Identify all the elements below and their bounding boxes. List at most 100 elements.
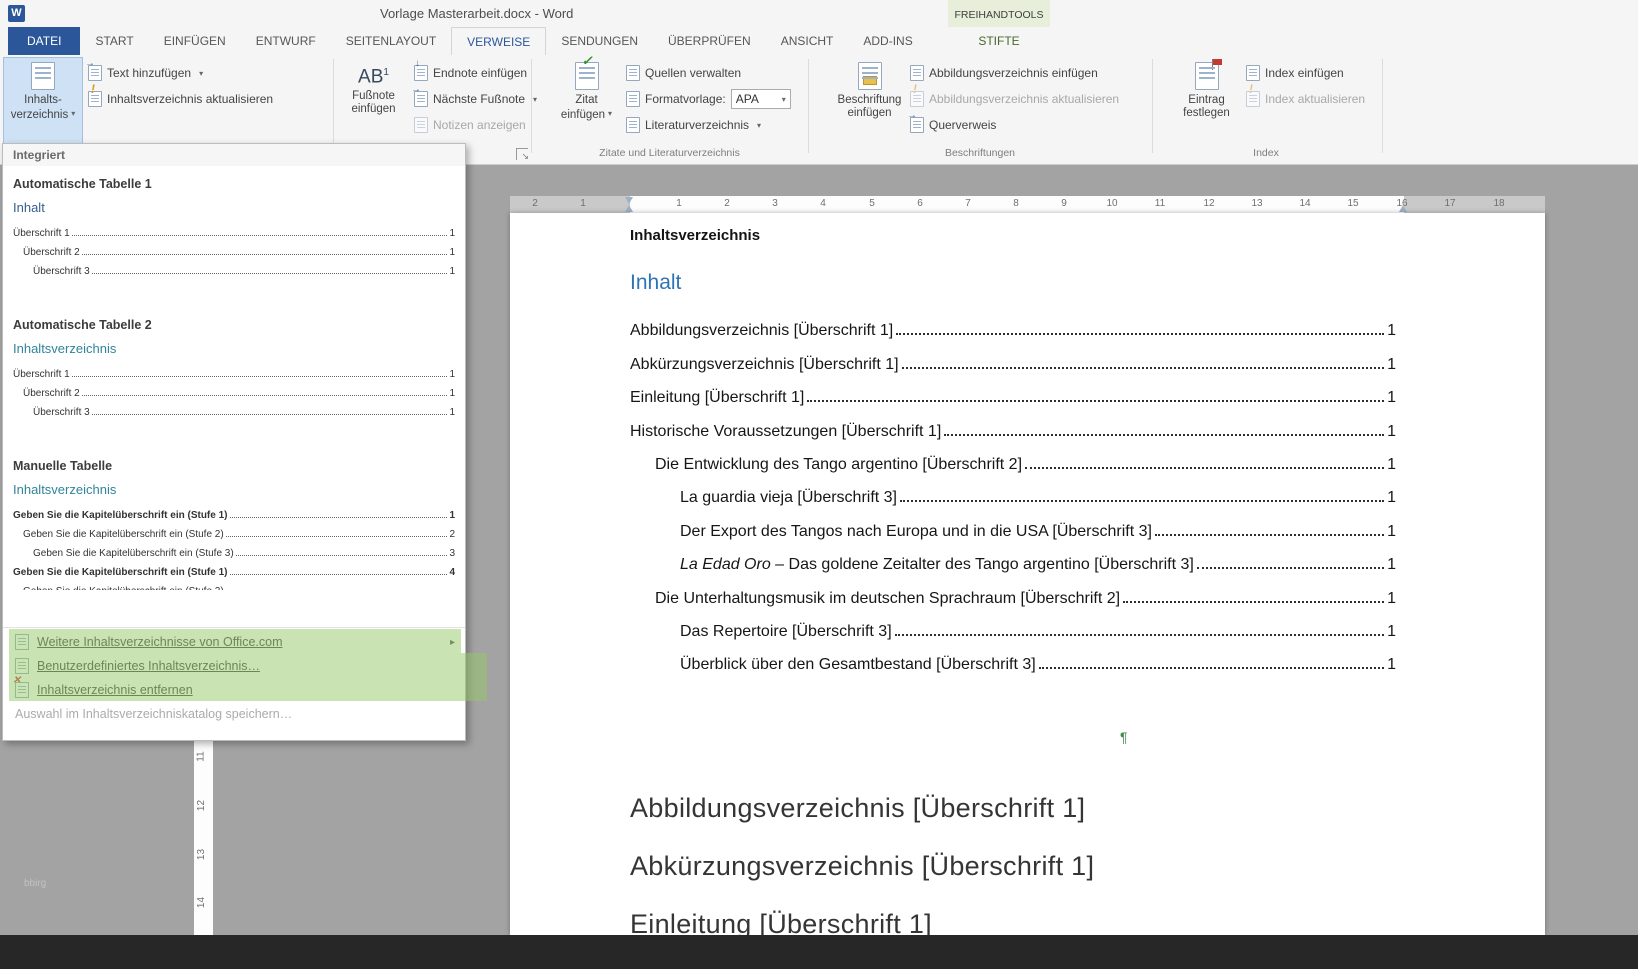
ruler-number: 8	[1013, 198, 1019, 209]
toc-entry: Überblick über den Gesamtbestand [Übersc…	[630, 641, 1396, 674]
ruler-number: 11	[1155, 198, 1165, 209]
insert-caption-button[interactable]: Beschriftung einfügen	[831, 58, 908, 146]
toc-entry: Die Unterhaltungsmusik im deutschen Spra…	[630, 574, 1396, 607]
dot-leader	[1039, 667, 1384, 669]
gallery-section-automatic-2: Automatische Tabelle 2 Inhaltsverzeichni…	[13, 317, 455, 418]
toc-gallery-item-automatic-1[interactable]: Inhalt Überschrift 11 Überschrift 21 Übe…	[13, 198, 455, 277]
insert-endnote-icon	[414, 65, 428, 81]
dot-leader	[82, 254, 448, 255]
ruler-number: 17	[1444, 198, 1455, 209]
dropdown-arrow-icon	[71, 107, 75, 120]
update-table-of-figures-icon	[910, 91, 924, 107]
dot-leader	[944, 434, 1384, 436]
ruler-number: 11	[196, 751, 207, 761]
ruler-number: 1	[676, 198, 682, 209]
ruler-number: 1	[580, 198, 586, 209]
preview-entry: Geben Sie die Kapitelüberschrift ein (St…	[13, 502, 455, 521]
ruler-number: 10	[1106, 198, 1117, 209]
title-bar: W Vorlage Masterarbeit.docx - Word FREIH…	[0, 0, 1638, 27]
section-heading: Abkürzungsverzeichnis [Überschrift 1]	[630, 851, 1094, 882]
document-page[interactable]: Inhaltsverzeichnis Inhalt Abbildungsverz…	[510, 213, 1545, 935]
insert-citation-icon	[575, 62, 599, 90]
ruler-number: 7	[965, 198, 971, 209]
tab-seitenlayout[interactable]: SEITENLAYOUT	[331, 27, 451, 55]
group-separator	[808, 59, 809, 153]
window-title: Vorlage Masterarbeit.docx - Word	[380, 0, 573, 27]
toc-gallery-item-manual[interactable]: Inhaltsverzeichnis Geben Sie die Kapitel…	[13, 480, 455, 590]
tab-ueberpruefen[interactable]: ÜBERPRÜFEN	[653, 27, 766, 55]
remove-toc-icon	[15, 682, 29, 698]
group-separator	[1152, 59, 1153, 153]
dot-leader	[1197, 567, 1384, 569]
toc-gallery-item-automatic-2[interactable]: Inhaltsverzeichnis Überschrift 11 Übersc…	[13, 339, 455, 418]
dropdown-arrow-icon	[533, 95, 537, 104]
group-label-citations: Zitate und Literaturverzeichnis	[531, 147, 808, 159]
tab-ansicht[interactable]: ANSICHT	[766, 27, 849, 55]
bibliography-icon	[626, 117, 640, 133]
ruler-number: 13	[1251, 198, 1262, 209]
manage-sources-icon	[626, 65, 640, 81]
bibliography-button[interactable]: Literaturverzeichnis	[626, 114, 761, 136]
right-indent-marker[interactable]	[1399, 205, 1407, 212]
group-separator	[333, 59, 334, 153]
left-indent-marker[interactable]	[625, 205, 633, 212]
menu-item-custom-toc[interactable]: Benutzerdefiniertes Inhaltsverzeichnis…	[3, 654, 465, 678]
tab-datei[interactable]: DATEI	[8, 27, 80, 55]
dot-leader	[72, 376, 448, 377]
preview-entry: Geben Sie die Kapitelüberschrift ein (St…	[13, 521, 455, 540]
insert-index-button[interactable]: Index einfügen	[1246, 62, 1344, 84]
toc-entry: La guardia vieja [Überschrift 3]1	[630, 474, 1396, 507]
citation-style-select[interactable]: APA	[731, 89, 791, 109]
tab-entwurf[interactable]: ENTWURF	[241, 27, 331, 55]
tab-verweise[interactable]: VERWEISE	[451, 27, 546, 55]
next-footnote-button[interactable]: Nächste Fußnote	[414, 88, 537, 110]
contextual-tab-group-label: FREIHANDTOOLS	[948, 0, 1050, 27]
tab-start[interactable]: START	[80, 27, 148, 55]
menu-item-more-toc-from-office[interactable]: Weitere Inhaltsverzeichnisse von Office.…	[3, 630, 465, 654]
horizontal-ruler: 2 1 1 2 3 4 5 6 7 8 9 10 11 12 13 14 15 …	[510, 196, 1545, 213]
word-window: W Vorlage Masterarbeit.docx - Word FREIH…	[0, 0, 1638, 969]
footnotes-dialog-launcher-icon[interactable]	[516, 148, 528, 160]
mark-entry-button[interactable]: Eintrag festlegen	[1170, 58, 1243, 146]
first-line-indent-marker[interactable]	[625, 197, 633, 204]
dropdown-arrow-icon	[782, 95, 786, 104]
toc-entry: La Edad Oro – Das goldene Zeitalter des …	[630, 541, 1396, 574]
tab-add-ins[interactable]: ADD-INS	[848, 27, 927, 55]
preview-entry: Überschrift 31	[13, 399, 455, 418]
tab-stifte[interactable]: STIFTE	[948, 27, 1050, 55]
dropdown-arrow-icon	[608, 107, 612, 120]
dot-leader	[72, 235, 448, 236]
table-of-contents-button[interactable]: Inhalts- verzeichnis	[4, 58, 82, 146]
group-separator	[1382, 59, 1383, 153]
insert-caption-icon	[858, 62, 882, 90]
preview-heading: Inhaltsverzeichnis	[13, 480, 455, 502]
gallery-item-title: Manuelle Tabelle	[13, 458, 455, 474]
toc-entry: Einleitung [Überschrift 1]1	[630, 374, 1396, 407]
taskbar	[0, 935, 1638, 969]
cross-reference-button[interactable]: Querverweis	[910, 114, 996, 136]
insert-citation-button[interactable]: Zitat einfügen	[551, 58, 622, 146]
dot-leader	[230, 517, 448, 518]
menu-item-remove-toc[interactable]: Inhaltsverzeichnis entfernen	[3, 678, 465, 702]
update-index-icon	[1246, 91, 1260, 107]
preview-entry: Geben Sie die Kapitelüberschrift ein (St…	[13, 578, 455, 590]
update-toc-button[interactable]: Inhaltsverzeichnis aktualisieren	[88, 88, 273, 110]
gallery-item-title: Automatische Tabelle 2	[13, 317, 455, 333]
ribbon-tab-row: DATEI START EINFÜGEN ENTWURF SEITENLAYOU…	[0, 27, 1638, 55]
tab-sendungen[interactable]: SENDUNGEN	[546, 27, 653, 55]
update-table-of-figures-button: Abbildungsverzeichnis aktualisieren	[910, 88, 1119, 110]
toc-heading: Inhalt	[630, 271, 681, 295]
tab-einfuegen[interactable]: EINFÜGEN	[149, 27, 241, 55]
dot-leader	[900, 500, 1384, 502]
gallery-section-header: Integriert	[3, 144, 465, 166]
dot-leader	[902, 367, 1385, 369]
preview-entry: Überschrift 11	[13, 220, 455, 239]
manage-sources-button[interactable]: Quellen verwalten	[626, 62, 741, 84]
ruler-number: 12	[196, 800, 207, 811]
insert-footnote-button[interactable]: AB1 Fußnote einfügen	[337, 58, 410, 146]
ruler-number: 13	[196, 849, 207, 860]
add-text-button[interactable]: Text hinzufügen	[88, 62, 203, 84]
section-heading: Einleitung [Überschrift 1]	[630, 909, 932, 935]
insert-endnote-button[interactable]: Endnote einfügen	[414, 62, 527, 84]
insert-table-of-figures-button[interactable]: Abbildungsverzeichnis einfügen	[910, 62, 1098, 84]
